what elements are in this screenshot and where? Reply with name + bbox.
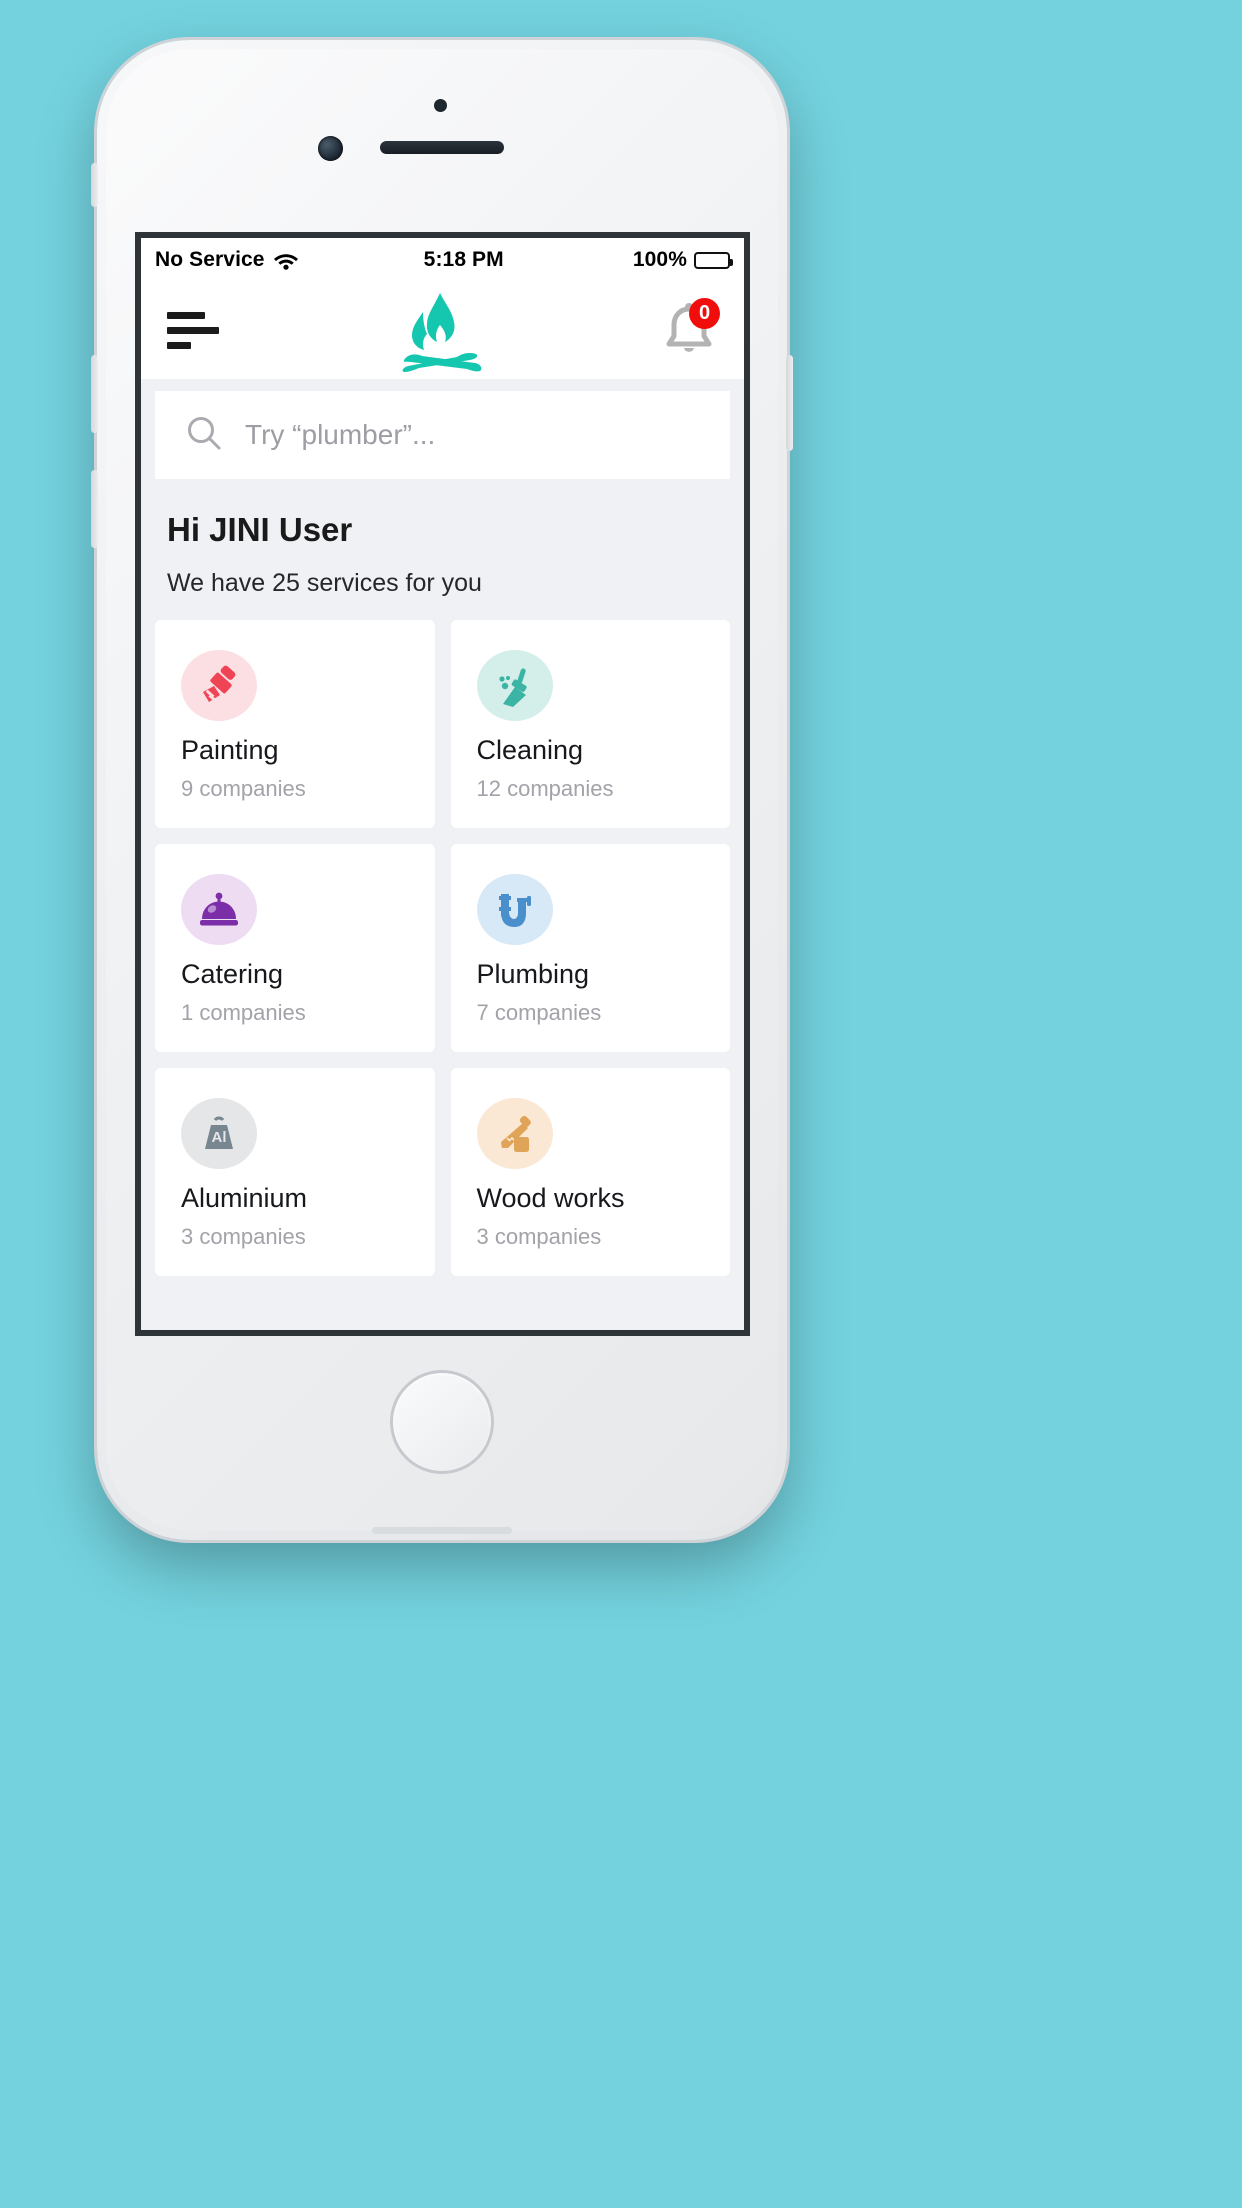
battery-percent-label: 100% — [632, 248, 687, 271]
greeting-block: Hi JINI User We have 25 services for you — [141, 479, 744, 620]
wifi-icon — [273, 251, 299, 270]
service-card-cleaning[interactable]: Cleaning 12 companies — [450, 620, 730, 828]
home-content: Try “plumber”... Hi JINI User We have 25… — [141, 379, 744, 1330]
volume-down-button[interactable] — [91, 470, 98, 548]
service-name: Aluminium — [181, 1183, 308, 1213]
saw-icon — [500, 1115, 531, 1152]
service-count: 3 companies — [181, 1224, 306, 1249]
hamburger-menu-icon[interactable] — [167, 312, 219, 349]
phone-screen: No Service 5:18 PM 100% 0 Try “plumber”.… — [135, 232, 750, 1336]
broom-icon — [498, 667, 527, 707]
silent-switch-button[interactable] — [91, 163, 98, 207]
front-camera — [318, 136, 343, 161]
bottom-speaker-grille — [372, 1527, 512, 1534]
paint-brush-icon — [203, 665, 236, 702]
pipe-icon — [498, 893, 531, 927]
greeting-title: Hi JINI User — [167, 511, 353, 548]
service-icon-bg — [476, 650, 553, 721]
earpiece-speaker — [380, 141, 504, 154]
service-count: 1 companies — [181, 1000, 306, 1025]
battery-cap — [730, 258, 733, 266]
hamburger-bar-1 — [167, 312, 205, 319]
service-count: 9 companies — [181, 776, 306, 801]
service-icon-bg — [476, 874, 553, 945]
service-name: Cleaning — [476, 735, 584, 765]
service-card-painting[interactable]: Painting 9 companies — [155, 620, 435, 828]
search-input[interactable]: Try “plumber”... — [155, 391, 730, 479]
service-icon-bg — [181, 650, 257, 721]
status-bar-left: No Service — [155, 248, 299, 272]
notification-bell-icon[interactable]: 0 — [660, 297, 720, 362]
carrier-label: No Service — [155, 248, 265, 271]
service-card-aluminium[interactable]: Al Aluminium 3 companies — [155, 1068, 435, 1276]
hamburger-bar-2 — [167, 327, 219, 334]
service-icon-bg — [476, 1098, 553, 1169]
services-grid: Painting 9 companies Cleaning 12 compani… — [141, 620, 744, 1276]
app-header: 0 — [141, 282, 744, 379]
service-card-catering[interactable]: Catering 1 companies — [155, 844, 435, 1052]
service-card-plumbing[interactable]: Plumbing 7 companies — [450, 844, 730, 1052]
home-button[interactable] — [390, 1370, 494, 1474]
service-name: Wood works — [476, 1183, 625, 1213]
svg-text:Al: Al — [212, 1129, 227, 1146]
notification-badge: 0 — [689, 297, 720, 329]
proximity-sensor — [434, 99, 447, 112]
hamburger-bar-3 — [167, 342, 191, 349]
service-card-wood-works[interactable]: Wood works 3 companies — [450, 1068, 730, 1276]
status-bar-right: 100% — [632, 248, 733, 272]
aluminium-weight-icon: Al — [205, 1116, 233, 1149]
food-cloche-icon — [200, 892, 238, 925]
service-name: Painting — [181, 735, 279, 765]
status-bar-time: 5:18 PM — [423, 248, 504, 271]
battery-full-icon — [694, 251, 733, 269]
service-count: 7 companies — [476, 1000, 602, 1025]
service-icon-bg: Al — [181, 1098, 257, 1169]
power-button[interactable] — [786, 355, 793, 451]
service-name: Catering — [181, 959, 284, 989]
service-name: Plumbing — [476, 959, 590, 989]
campfire-logo-icon — [391, 290, 489, 372]
status-bar: No Service 5:18 PM 100% — [141, 238, 744, 282]
search-placeholder-text: Try “plumber”... — [245, 419, 436, 450]
search-icon — [185, 414, 223, 457]
service-icon-bg — [181, 874, 257, 945]
volume-up-button[interactable] — [91, 355, 98, 433]
service-count: 3 companies — [476, 1224, 602, 1249]
service-count: 12 companies — [476, 776, 614, 801]
greeting-subtitle: We have 25 services for you — [167, 569, 482, 597]
